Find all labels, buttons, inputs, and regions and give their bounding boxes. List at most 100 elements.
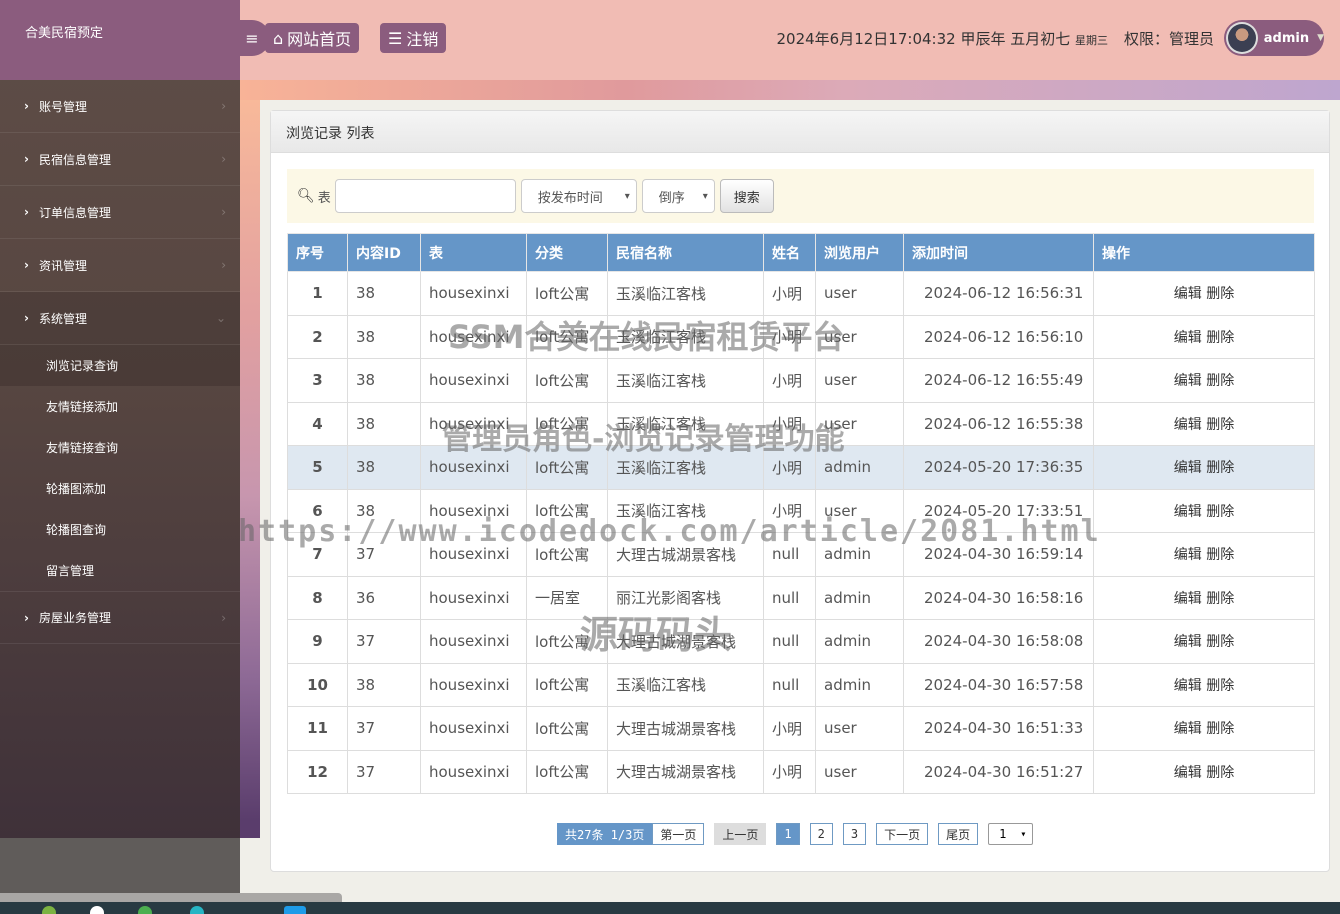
cell-user: admin bbox=[815, 619, 904, 664]
sidebar-item-label: 资讯管理 bbox=[38, 258, 87, 273]
search-button[interactable]: 搜索 bbox=[719, 179, 774, 213]
sort-field-select[interactable]: 按发布时间 ▾ bbox=[520, 179, 637, 213]
user-menu[interactable]: admin ▼ bbox=[1224, 20, 1324, 56]
cell-table: housexinxi bbox=[420, 575, 527, 620]
delete-link[interactable]: 删除 bbox=[1206, 504, 1234, 520]
cell-no: 1 bbox=[287, 271, 348, 316]
cell-no: 9 bbox=[287, 619, 348, 664]
taskbar-app-icon[interactable] bbox=[42, 906, 56, 914]
cell-actions: 编辑 删除 bbox=[1093, 749, 1315, 794]
sidebar-subitem-add-link[interactable]: 友情链接添加 bbox=[0, 386, 240, 427]
edit-link[interactable]: 编辑 bbox=[1174, 286, 1202, 302]
page-jump-select[interactable]: 1 ▾ bbox=[988, 823, 1034, 845]
taskbar-app-icon[interactable] bbox=[284, 906, 306, 914]
sidebar-item-house-business[interactable]: › 房屋业务管理 › bbox=[0, 591, 240, 644]
cell-homestay-name: 丽江光影阁客栈 bbox=[607, 575, 764, 620]
cell-content-id: 36 bbox=[347, 575, 421, 620]
delete-link[interactable]: 删除 bbox=[1206, 765, 1234, 781]
pager-info: 共27条 1/3页 bbox=[557, 823, 653, 845]
edit-link[interactable]: 编辑 bbox=[1174, 460, 1202, 476]
cell-content-id: 38 bbox=[347, 358, 421, 403]
delete-link[interactable]: 删除 bbox=[1206, 330, 1234, 346]
cell-time: 2024-04-30 16:58:08 bbox=[903, 619, 1094, 664]
sidebar-item-label: 账号管理 bbox=[38, 99, 87, 114]
table-row: 9 37 housexinxi loft公寓 大理古城湖景客栈 null admin 2024… bbox=[287, 619, 1315, 664]
weekday-text: 星期三 bbox=[1075, 34, 1108, 47]
search-icon: 🔍︎ bbox=[297, 188, 315, 204]
sidebar-subitem-add-carousel[interactable]: 轮播图添加 bbox=[0, 468, 240, 509]
cell-person: 小明 bbox=[763, 358, 816, 403]
cell-category: loft公寓 bbox=[526, 532, 608, 577]
taskbar-app-icon[interactable] bbox=[138, 906, 152, 914]
cell-category: loft公寓 bbox=[526, 358, 608, 403]
edit-link[interactable]: 编辑 bbox=[1174, 591, 1202, 607]
page-2-button[interactable]: 2 bbox=[809, 823, 833, 845]
decorative-band bbox=[240, 80, 1340, 100]
delete-link[interactable]: 删除 bbox=[1206, 286, 1234, 302]
edit-link[interactable]: 编辑 bbox=[1174, 330, 1202, 346]
sidebar-item-accounts[interactable]: › 账号管理 › bbox=[0, 80, 240, 133]
chevron-right-icon: › bbox=[24, 152, 29, 166]
col-header-content-id: 内容ID bbox=[347, 233, 421, 272]
sidebar: 合美民宿预定 › 账号管理 › › 民宿信息管理 › › 订单信息管理 › › 资讯管理 › ›… bbox=[0, 0, 240, 838]
chevron-right-icon: › bbox=[24, 610, 29, 625]
delete-link[interactable]: 删除 bbox=[1206, 547, 1234, 563]
delete-link[interactable]: 删除 bbox=[1206, 721, 1234, 737]
cell-table: housexinxi bbox=[420, 401, 527, 446]
sidebar-subitem-query-link[interactable]: 友情链接查询 bbox=[0, 427, 240, 468]
edit-link[interactable]: 编辑 bbox=[1174, 504, 1202, 520]
cell-content-id: 37 bbox=[347, 619, 421, 664]
cell-no: 3 bbox=[287, 358, 348, 403]
taskbar-app-icon[interactable] bbox=[190, 906, 204, 914]
page-3-button[interactable]: 3 bbox=[842, 823, 867, 845]
sidebar-item-news[interactable]: › 资讯管理 › bbox=[0, 239, 240, 292]
edit-link[interactable]: 编辑 bbox=[1174, 373, 1202, 389]
edit-link[interactable]: 编辑 bbox=[1174, 634, 1202, 650]
cell-no: 8 bbox=[287, 575, 348, 620]
edit-link[interactable]: 编辑 bbox=[1174, 765, 1202, 781]
chevron-down-icon: ▾ bbox=[624, 190, 630, 202]
sidebar-item-homestay[interactable]: › 民宿信息管理 › bbox=[0, 133, 240, 186]
cell-content-id: 38 bbox=[347, 662, 421, 707]
sidebar-item-label: 订单信息管理 bbox=[38, 205, 111, 220]
delete-link[interactable]: 删除 bbox=[1206, 460, 1234, 476]
sidebar-subitem-query-carousel[interactable]: 轮播图查询 bbox=[0, 509, 240, 550]
caret-down-icon: ▼ bbox=[1317, 33, 1324, 43]
delete-link[interactable]: 删除 bbox=[1206, 678, 1234, 694]
cell-homestay-name: 玉溪临江客栈 bbox=[607, 358, 764, 403]
cell-table: housexinxi bbox=[420, 358, 527, 403]
col-header-actions: 操作 bbox=[1093, 233, 1315, 272]
chevron-right-icon: › bbox=[221, 152, 226, 166]
prev-page-button[interactable]: 上一页 bbox=[714, 823, 767, 845]
edit-link[interactable]: 编辑 bbox=[1174, 721, 1202, 737]
table-row: 5 38 housexinxi loft公寓 玉溪临江客栈 小明 admin 2024-05-… bbox=[287, 445, 1315, 490]
sidebar-item-orders[interactable]: › 订单信息管理 › bbox=[0, 186, 240, 239]
delete-link[interactable]: 删除 bbox=[1206, 417, 1234, 433]
sidebar-subitem-messages[interactable]: 留言管理 bbox=[0, 550, 240, 591]
last-page-button[interactable]: 尾页 bbox=[938, 823, 979, 845]
delete-link[interactable]: 删除 bbox=[1206, 591, 1234, 607]
sidebar-item-system[interactable]: › 系统管理 ⌄ bbox=[0, 292, 240, 345]
logout-button[interactable]: ☰ 注销 bbox=[380, 23, 447, 53]
search-input[interactable] bbox=[334, 179, 516, 213]
sidebar-footer bbox=[0, 838, 240, 894]
table-row: 7 37 housexinxi loft公寓 大理古城湖景客栈 null admin 2024… bbox=[287, 532, 1315, 577]
col-header-user: 浏览用户 bbox=[815, 233, 904, 272]
taskbar-app-icon[interactable] bbox=[90, 906, 104, 914]
page-1-button[interactable]: 1 bbox=[776, 823, 800, 845]
sort-order-select[interactable]: 倒序 ▾ bbox=[641, 179, 715, 213]
cell-category: 一居室 bbox=[526, 575, 608, 620]
sidebar-subitem-browse-records[interactable]: 浏览记录查询 bbox=[0, 345, 240, 386]
edit-link[interactable]: 编辑 bbox=[1174, 678, 1202, 694]
edit-link[interactable]: 编辑 bbox=[1174, 547, 1202, 563]
avatar bbox=[1226, 22, 1258, 54]
delete-link[interactable]: 删除 bbox=[1206, 634, 1234, 650]
home-button[interactable]: ⌂ 网站首页 bbox=[265, 23, 360, 53]
cell-person: 小明 bbox=[763, 314, 816, 359]
first-page-button[interactable]: 第一页 bbox=[652, 823, 705, 845]
delete-link[interactable]: 删除 bbox=[1206, 373, 1234, 389]
datetime-text: 2024年6月12日17:04:32 甲辰年 五月初七 bbox=[776, 30, 1071, 48]
edit-link[interactable]: 编辑 bbox=[1174, 417, 1202, 433]
next-page-button[interactable]: 下一页 bbox=[876, 823, 929, 845]
cell-content-id: 38 bbox=[347, 445, 421, 490]
